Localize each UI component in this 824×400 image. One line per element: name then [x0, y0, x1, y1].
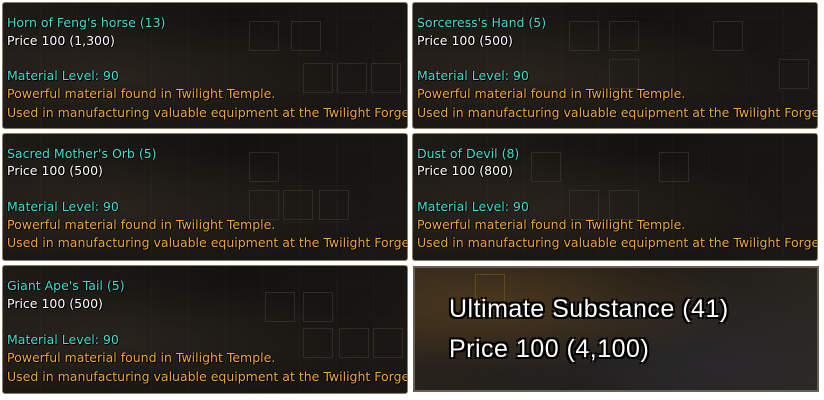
item-tooltip-horn-of-fengs-horse: Horn of Feng's horse (13) Price 100 (1,3… — [2, 2, 408, 129]
item-description-2: Used in manufacturing valuable equipment… — [417, 235, 818, 250]
item-description-2: Used in manufacturing valuable equipment… — [7, 369, 408, 384]
item-name: Sorceress's Hand (5) — [417, 15, 547, 30]
item-description-1: Powerful material found in Twilight Temp… — [417, 217, 686, 232]
item-tooltip-sorceress-hand: Sorceress's Hand (5) Price 100 (500) Mat… — [412, 2, 818, 129]
item-description-1: Powerful material found in Twilight Temp… — [7, 350, 276, 365]
item-name: Giant Ape's Tail (5) — [7, 278, 125, 293]
item-description-2: Used in manufacturing valuable equipment… — [7, 105, 408, 120]
item-name: Dust of Devil (8) — [417, 146, 520, 161]
item-description-2: Used in manufacturing valuable equipment… — [7, 235, 408, 250]
item-tooltip-sacred-mothers-orb: Sacred Mother's Orb (5) Price 100 (500) … — [2, 133, 408, 261]
item-tooltip-dust-of-devil: Dust of Devil (8) Price 100 (800) Materi… — [412, 133, 818, 261]
material-level: Material Level: 90 — [7, 199, 119, 214]
item-description-1: Powerful material found in Twilight Temp… — [7, 86, 276, 101]
material-level: Material Level: 90 — [7, 332, 119, 347]
item-price: Price 100 (800) — [417, 163, 513, 178]
item-name: Ultimate Substance (41) — [449, 295, 729, 323]
item-tooltip-giant-apes-tail: Giant Ape's Tail (5) Price 100 (500) Mat… — [2, 265, 408, 394]
material-level: Material Level: 90 — [417, 68, 529, 83]
item-price: Price 100 (500) — [7, 163, 103, 178]
item-description-1: Powerful material found in Twilight Temp… — [417, 86, 686, 101]
material-level: Material Level: 90 — [7, 68, 119, 83]
item-price: Price 100 (500) — [417, 33, 513, 48]
item-description-1: Powerful material found in Twilight Temp… — [7, 217, 276, 232]
item-name: Horn of Feng's horse (13) — [7, 15, 166, 30]
item-name: Sacred Mother's Orb (5) — [7, 146, 157, 161]
item-tooltip-ultimate-substance: Ultimate Substance (41) Price 100 (4,100… — [413, 266, 819, 392]
material-level: Material Level: 90 — [417, 199, 529, 214]
item-price: Price 100 (4,100) — [449, 335, 650, 363]
item-price: Price 100 (1,300) — [7, 33, 115, 48]
item-description-2: Used in manufacturing valuable equipment… — [417, 105, 818, 120]
item-price: Price 100 (500) — [7, 296, 103, 311]
